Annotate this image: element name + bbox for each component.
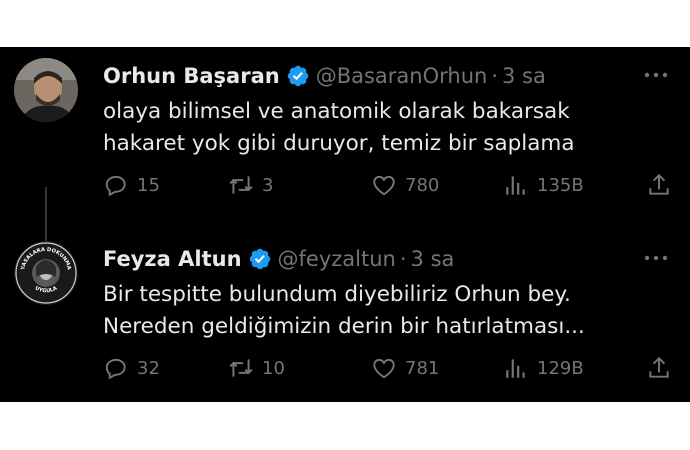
views-button[interactable]: 129B bbox=[503, 355, 584, 381]
retweet-button[interactable]: 3 bbox=[228, 172, 273, 198]
views-icon bbox=[506, 359, 525, 378]
tweet-text-line: Nereden geldiğimizin derin bir hatırlatm… bbox=[103, 314, 585, 339]
like-button[interactable]: 781 bbox=[371, 355, 439, 381]
share-icon bbox=[649, 173, 669, 195]
tweet-text: Bir tespitte bulundum diyebiliriz Orhun … bbox=[103, 279, 663, 343]
retweet-button[interactable]: 10 bbox=[228, 355, 285, 381]
verified-badge-icon bbox=[249, 248, 270, 270]
share-button[interactable] bbox=[646, 355, 680, 381]
tweet-thread: Orhun Başaran @BasaranOrhun · 3 sa olaya… bbox=[0, 47, 690, 402]
views-count: 135B bbox=[537, 174, 584, 196]
more-icon[interactable] bbox=[642, 248, 670, 268]
tweet-actions: 15 3 780 135B bbox=[103, 172, 673, 204]
timestamp[interactable]: 3 sa bbox=[411, 247, 455, 271]
verified-badge-icon bbox=[287, 65, 308, 87]
separator-dot: · bbox=[491, 64, 499, 88]
retweet-count: 10 bbox=[262, 357, 285, 379]
heart-icon bbox=[373, 175, 395, 196]
timestamp[interactable]: 3 sa bbox=[502, 64, 546, 88]
reply-count: 32 bbox=[137, 357, 160, 379]
retweet-icon bbox=[229, 359, 253, 377]
author-name[interactable]: Orhun Başaran bbox=[103, 64, 280, 88]
author-name[interactable]: Feyza Altun bbox=[103, 247, 242, 271]
like-button[interactable]: 780 bbox=[371, 172, 439, 198]
share-icon bbox=[649, 356, 669, 378]
tweet-header: Orhun Başaran @BasaranOrhun · 3 sa bbox=[103, 61, 546, 91]
views-count: 129B bbox=[537, 357, 584, 379]
retweet-count: 3 bbox=[262, 174, 274, 196]
retweet-icon bbox=[229, 176, 253, 194]
reply-button[interactable]: 32 bbox=[103, 355, 160, 381]
author-handle[interactable]: @BasaranOrhun bbox=[316, 64, 488, 88]
reply-count: 15 bbox=[137, 174, 160, 196]
avatar-feyza[interactable]: YASALARA DOKUNMA UYGULA bbox=[14, 241, 78, 305]
more-icon[interactable] bbox=[642, 65, 670, 85]
like-count: 780 bbox=[405, 174, 440, 196]
reply-button[interactable]: 15 bbox=[103, 172, 160, 198]
views-icon bbox=[506, 176, 525, 195]
separator-dot: · bbox=[399, 247, 407, 271]
share-button[interactable] bbox=[646, 172, 680, 198]
tweet-actions: 32 10 781 129B bbox=[103, 355, 673, 387]
views-button[interactable]: 135B bbox=[503, 172, 584, 198]
reply-icon bbox=[105, 358, 126, 380]
tweet-text-line: hakaret yok gibi duruyor, temiz bir sapl… bbox=[103, 131, 575, 156]
like-count: 781 bbox=[405, 357, 440, 379]
tweet-text: olaya bilimsel ve anatomik olarak bakars… bbox=[103, 96, 663, 160]
tweet-text-line: olaya bilimsel ve anatomik olarak bakars… bbox=[103, 99, 570, 124]
reply-icon bbox=[105, 175, 126, 197]
tweet-header: Feyza Altun @feyzaltun · 3 sa bbox=[103, 244, 454, 274]
tweet-text-line: Bir tespitte bulundum diyebiliriz Orhun … bbox=[103, 282, 571, 307]
avatar-orhun[interactable] bbox=[14, 58, 78, 122]
heart-icon bbox=[373, 358, 395, 379]
author-handle[interactable]: @feyzaltun bbox=[278, 247, 396, 271]
